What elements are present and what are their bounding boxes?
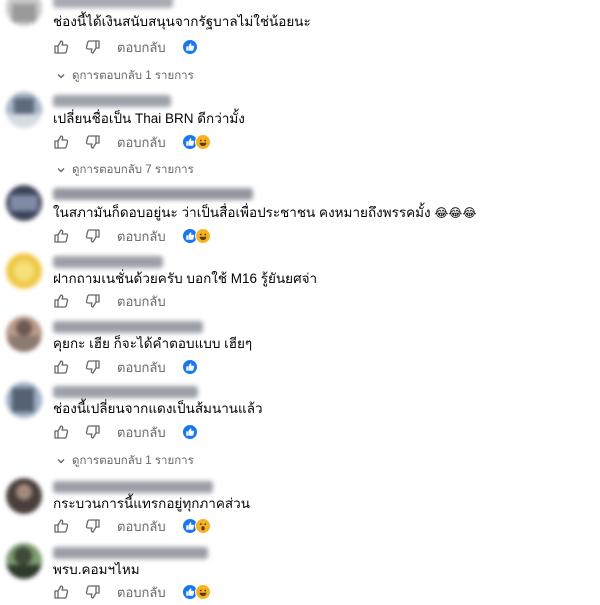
reaction-summary[interactable]: [181, 359, 198, 375]
view-replies-label: ดูการตอบกลับ 1 รายการ: [72, 455, 194, 467]
reaction-summary[interactable]: [181, 518, 211, 534]
comment-actions: ตอบกลับ: [53, 583, 211, 601]
like-icon[interactable]: [53, 584, 69, 600]
reaction-summary[interactable]: [181, 39, 198, 55]
comment-text: ฝากถามเนชั่นด้วยครับ บอกใช้ M16 รู้ยันยศ…: [53, 271, 318, 286]
like-icon[interactable]: [53, 293, 69, 309]
commenter-name[interactable]: [53, 95, 171, 107]
commenter-name[interactable]: [53, 0, 173, 8]
reaction-summary[interactable]: [181, 584, 211, 600]
reply-button[interactable]: ตอบกลับ: [117, 582, 166, 603]
dislike-icon[interactable]: [85, 359, 101, 375]
like-icon[interactable]: [53, 39, 69, 55]
avatar[interactable]: [6, 92, 42, 128]
reply-button[interactable]: ตอบกลับ: [117, 291, 166, 312]
laugh-reaction-icon: [194, 134, 211, 150]
reply-button[interactable]: ตอบกลับ: [117, 132, 166, 153]
reaction-summary[interactable]: [181, 424, 198, 440]
chevron-down-icon: [57, 74, 65, 79]
reaction-summary[interactable]: [181, 134, 211, 150]
comment-actions: ตอบกลับ: [53, 38, 198, 56]
comment-actions: ตอบกลับ: [53, 292, 182, 310]
avatar[interactable]: [6, 185, 42, 221]
commenter-name[interactable]: [53, 321, 203, 333]
comment-text: เปลี่ยนชื่อเป็น Thai BRN ดีกว่ามั้ง: [53, 111, 245, 126]
like-icon[interactable]: [53, 359, 69, 375]
comment-text: คุยกะ เฮีย ก็จะได้คำตอบแบบ เฮียๆ: [53, 336, 253, 351]
commenter-name[interactable]: [53, 386, 198, 398]
comment-actions: ตอบกลับ: [53, 358, 198, 376]
comment-actions: ตอบกลับ: [53, 423, 198, 441]
reply-button[interactable]: ตอบกลับ: [117, 422, 166, 443]
like-reaction-icon: [181, 359, 198, 375]
like-reaction-icon: [181, 39, 198, 55]
dislike-icon[interactable]: [85, 134, 101, 150]
reply-button[interactable]: ตอบกลับ: [117, 516, 166, 537]
reply-button[interactable]: ตอบกลับ: [117, 226, 166, 247]
comment-actions: ตอบกลับ: [53, 227, 211, 245]
reply-button[interactable]: ตอบกลับ: [117, 357, 166, 378]
dislike-icon[interactable]: [85, 424, 101, 440]
laugh-reaction-icon: [194, 584, 211, 600]
dislike-icon[interactable]: [85, 584, 101, 600]
commenter-name[interactable]: [53, 547, 208, 559]
like-icon[interactable]: [53, 424, 69, 440]
avatar[interactable]: [6, 478, 42, 514]
view-replies-label: ดูการตอบกลับ 7 รายการ: [72, 164, 194, 176]
chevron-down-icon: [57, 168, 65, 173]
commenter-name[interactable]: [53, 481, 213, 493]
chevron-down-icon: [57, 459, 65, 464]
like-icon[interactable]: [53, 134, 69, 150]
comment-text: ในสภามันก็ดอบอยู่นะ ว่าเป็นสื่อเพื่อประช…: [53, 205, 477, 220]
comment-text: พรบ.คอมฯไหม: [53, 562, 140, 577]
dislike-icon[interactable]: [85, 39, 101, 55]
dislike-icon[interactable]: [85, 228, 101, 244]
comment-actions: ตอบกลับ: [53, 133, 211, 151]
avatar[interactable]: [6, 316, 42, 352]
avatar[interactable]: [6, 543, 42, 579]
dislike-icon[interactable]: [85, 518, 101, 534]
dislike-icon[interactable]: [85, 293, 101, 309]
like-reaction-icon: [181, 424, 198, 440]
like-icon[interactable]: [53, 228, 69, 244]
reaction-summary[interactable]: [181, 228, 211, 244]
like-icon[interactable]: [53, 518, 69, 534]
comment-text: กระบวนการนี้แทรกอยู่ทุกภาคส่วน: [53, 496, 250, 511]
view-replies-link[interactable]: ดูการตอบกลับ 1 รายการ: [56, 67, 194, 85]
view-replies-link[interactable]: ดูการตอบกลับ 1 รายการ: [56, 452, 194, 470]
comment-actions: ตอบกลับ: [53, 517, 211, 535]
avatar[interactable]: [6, 382, 42, 418]
avatar[interactable]: [6, 253, 42, 289]
comment-text: ช่องนี้เปลี่ยนจากแดงเป็นส้มนานแล้ว: [53, 401, 263, 416]
view-replies-label: ดูการตอบกลับ 1 รายการ: [72, 70, 194, 82]
commenter-name[interactable]: [53, 256, 163, 268]
comment-text: ช่องนี้ได้เงินสนับสนุนจากรัฐบาลไม่ใช่น้อ…: [53, 14, 311, 29]
commenter-name[interactable]: [53, 188, 253, 200]
reply-button[interactable]: ตอบกลับ: [117, 37, 166, 58]
view-replies-link[interactable]: ดูการตอบกลับ 7 รายการ: [56, 161, 194, 179]
wow-reaction-icon: [194, 518, 211, 534]
laugh-reaction-icon: [194, 228, 211, 244]
avatar[interactable]: [6, 0, 42, 26]
